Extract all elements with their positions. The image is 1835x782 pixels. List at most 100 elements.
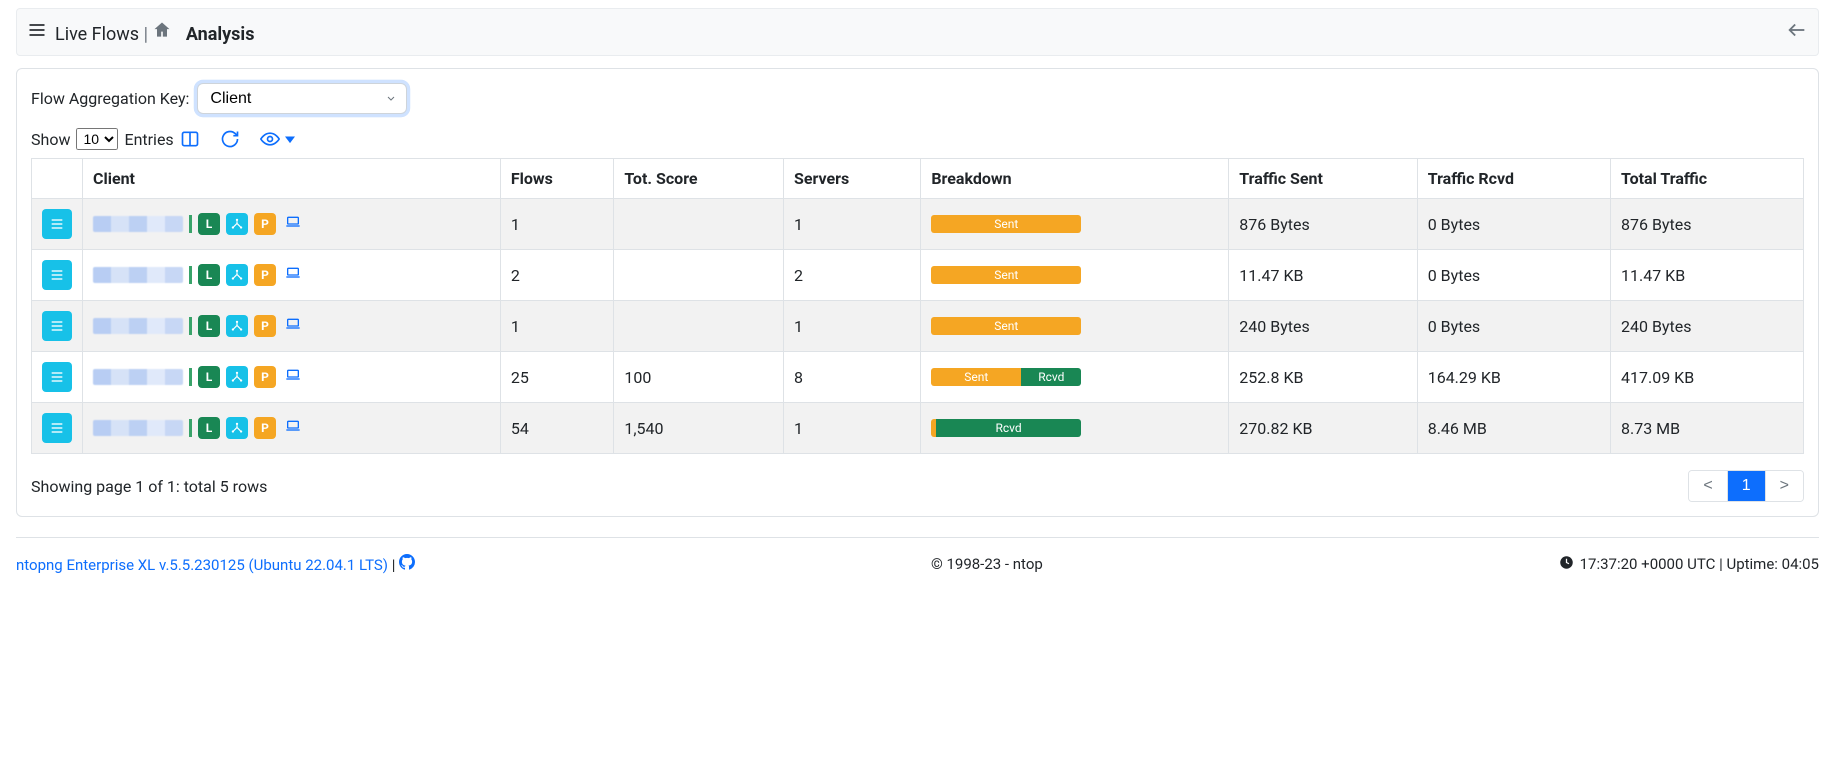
badge-p[interactable]: P bbox=[254, 213, 276, 235]
column-header[interactable]: Breakdown bbox=[921, 159, 1229, 199]
cell-rcvd: 8.46 MB bbox=[1417, 403, 1610, 454]
cell-flows: 1 bbox=[500, 301, 614, 352]
cell-score bbox=[614, 250, 784, 301]
clock-icon bbox=[1559, 555, 1574, 574]
cell-servers: 8 bbox=[784, 352, 921, 403]
share-icon[interactable] bbox=[226, 264, 248, 286]
status-bar bbox=[189, 419, 192, 437]
cell-breakdown: Sent bbox=[921, 199, 1229, 250]
badge-p[interactable]: P bbox=[254, 315, 276, 337]
cell-total: 240 Bytes bbox=[1611, 301, 1804, 352]
row-details-button[interactable] bbox=[42, 311, 72, 341]
share-icon[interactable] bbox=[226, 213, 248, 235]
row-details-button[interactable] bbox=[42, 209, 72, 239]
row-details-button[interactable] bbox=[42, 362, 72, 392]
table-row: LP11Sent876 Bytes0 Bytes876 Bytes bbox=[32, 199, 1804, 250]
aggregation-select[interactable]: Client bbox=[197, 83, 407, 114]
cell-score bbox=[614, 301, 784, 352]
cell-servers: 2 bbox=[784, 250, 921, 301]
table-row: LP541,5401Rcvd270.82 KB8.46 MB8.73 MB bbox=[32, 403, 1804, 454]
laptop-icon[interactable] bbox=[282, 265, 304, 285]
column-header[interactable]: Servers bbox=[784, 159, 921, 199]
column-header[interactable]: Tot. Score bbox=[614, 159, 784, 199]
breakdown-bar: Sent bbox=[931, 317, 1081, 335]
badge-local[interactable]: L bbox=[198, 417, 220, 439]
status-bar bbox=[189, 215, 192, 233]
menu-icon[interactable] bbox=[27, 20, 47, 44]
breadcrumb: Live Flows | Analysis bbox=[55, 20, 254, 45]
badge-p[interactable]: P bbox=[254, 366, 276, 388]
badge-local[interactable]: L bbox=[198, 315, 220, 337]
cell-score: 100 bbox=[614, 352, 784, 403]
row-details-button[interactable] bbox=[42, 413, 72, 443]
cell-breakdown: SentRcvd bbox=[921, 352, 1229, 403]
cell-sent: 11.47 KB bbox=[1229, 250, 1417, 301]
breakdown-bar: Sent bbox=[931, 266, 1081, 284]
client-address[interactable] bbox=[93, 216, 183, 232]
refresh-icon[interactable] bbox=[220, 129, 240, 149]
back-icon[interactable] bbox=[1786, 19, 1808, 45]
clock-text: 17:37:20 +0000 UTC | Uptime: 04:05 bbox=[1580, 555, 1819, 573]
cell-flows: 2 bbox=[500, 250, 614, 301]
column-header[interactable]: Flows bbox=[500, 159, 614, 199]
cell-score: 1,540 bbox=[614, 403, 784, 454]
show-prefix: Show bbox=[31, 130, 70, 149]
cell-total: 8.73 MB bbox=[1611, 403, 1804, 454]
cell-rcvd: 0 Bytes bbox=[1417, 301, 1610, 352]
copyright: © 1998-23 - ntop bbox=[423, 555, 1550, 573]
page-size-select[interactable]: 10 bbox=[76, 128, 118, 150]
laptop-icon[interactable] bbox=[282, 418, 304, 438]
column-header[interactable]: Total Traffic bbox=[1611, 159, 1804, 199]
breakdown-bar: Sent bbox=[931, 215, 1081, 233]
client-address[interactable] bbox=[93, 318, 183, 334]
badge-local[interactable]: L bbox=[198, 213, 220, 235]
cell-breakdown: Sent bbox=[921, 250, 1229, 301]
badge-local[interactable]: L bbox=[198, 264, 220, 286]
cell-breakdown: Rcvd bbox=[921, 403, 1229, 454]
client-address[interactable] bbox=[93, 267, 183, 283]
pager-next[interactable]: > bbox=[1765, 471, 1803, 501]
column-header[interactable] bbox=[32, 159, 83, 199]
columns-icon[interactable] bbox=[180, 129, 200, 149]
cell-servers: 1 bbox=[784, 301, 921, 352]
cell-servers: 1 bbox=[784, 199, 921, 250]
breadcrumb-section[interactable]: Live Flows bbox=[55, 24, 139, 45]
laptop-icon[interactable] bbox=[282, 316, 304, 336]
pager-prev[interactable]: < bbox=[1689, 471, 1726, 501]
badge-local[interactable]: L bbox=[198, 366, 220, 388]
column-header[interactable]: Client bbox=[83, 159, 501, 199]
home-icon[interactable] bbox=[152, 20, 172, 40]
badge-p[interactable]: P bbox=[254, 264, 276, 286]
client-address[interactable] bbox=[93, 369, 183, 385]
header-bar: Live Flows | Analysis bbox=[16, 8, 1819, 56]
column-header[interactable]: Traffic Sent bbox=[1229, 159, 1417, 199]
cell-flows: 1 bbox=[500, 199, 614, 250]
github-icon[interactable] bbox=[399, 556, 415, 574]
client-address[interactable] bbox=[93, 420, 183, 436]
column-header[interactable]: Traffic Rcvd bbox=[1417, 159, 1610, 199]
cell-flows: 25 bbox=[500, 352, 614, 403]
cell-breakdown: Sent bbox=[921, 301, 1229, 352]
aggregation-label: Flow Aggregation Key: bbox=[31, 89, 189, 108]
share-icon[interactable] bbox=[226, 366, 248, 388]
cell-sent: 876 Bytes bbox=[1229, 199, 1417, 250]
status-bar bbox=[189, 317, 192, 335]
laptop-icon[interactable] bbox=[282, 214, 304, 234]
share-icon[interactable] bbox=[226, 315, 248, 337]
version-link[interactable]: ntopng Enterprise XL v.5.5.230125 (Ubunt… bbox=[16, 556, 388, 574]
cell-servers: 1 bbox=[784, 403, 921, 454]
page-footer: ntopng Enterprise XL v.5.5.230125 (Ubunt… bbox=[16, 537, 1819, 574]
pager-current[interactable]: 1 bbox=[1727, 471, 1765, 501]
cell-rcvd: 0 Bytes bbox=[1417, 250, 1610, 301]
breakdown-bar: SentRcvd bbox=[931, 368, 1081, 386]
visibility-dropdown[interactable] bbox=[260, 129, 300, 149]
pager: < 1 > bbox=[1688, 470, 1804, 502]
row-details-button[interactable] bbox=[42, 260, 72, 290]
cell-total: 11.47 KB bbox=[1611, 250, 1804, 301]
cell-rcvd: 164.29 KB bbox=[1417, 352, 1610, 403]
laptop-icon[interactable] bbox=[282, 367, 304, 387]
badge-p[interactable]: P bbox=[254, 417, 276, 439]
cell-sent: 240 Bytes bbox=[1229, 301, 1417, 352]
share-icon[interactable] bbox=[226, 417, 248, 439]
table-row: LP251008SentRcvd252.8 KB164.29 KB417.09 … bbox=[32, 352, 1804, 403]
